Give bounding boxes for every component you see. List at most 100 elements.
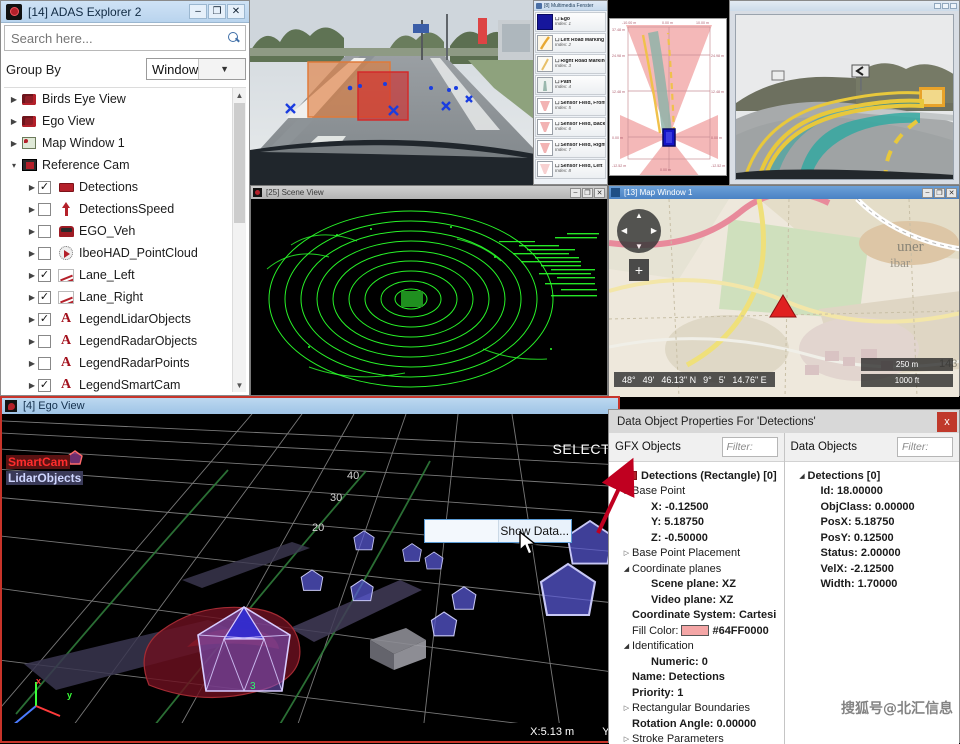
checkbox-legendsmartcam[interactable]: ✓ bbox=[38, 379, 51, 392]
map-titlebar[interactable]: [13] Map Window 1 – ❐ ✕ bbox=[609, 186, 959, 199]
pan-up-icon[interactable]: ▲ bbox=[635, 211, 643, 220]
checkbox-ibeohad-pointcloud[interactable] bbox=[38, 247, 51, 260]
property-row[interactable]: Scene plane: XZ bbox=[613, 577, 780, 593]
birdseye-sensor-plot[interactable]: 37.48 m 24.98 m 12.48 m 0.00 m -12.52 m … bbox=[609, 18, 727, 176]
list-item[interactable]: Sensor Field, Left Index: 8 bbox=[535, 159, 606, 179]
tree-item-legendsmartcam[interactable]: ▶ ✓ A LegendSmartCam bbox=[4, 374, 246, 392]
list-item[interactable]: Ego Index: 1 bbox=[535, 12, 606, 32]
map-canvas[interactable]: uner ibar 143 ▲ ▼ ◀ ▶ + 48° 49' 46.13" N… bbox=[609, 199, 959, 397]
property-row[interactable]: Status: 2.00000 bbox=[789, 546, 956, 562]
list-item[interactable]: Right Road Marking Index: 3 bbox=[535, 54, 606, 74]
property-row[interactable]: PosX: 5.18750 bbox=[789, 515, 956, 531]
property-row[interactable]: Id: 18.00000 bbox=[789, 484, 956, 500]
expander-icon[interactable]: ▶ bbox=[26, 359, 38, 368]
property-row[interactable]: PosY: 0.12500 bbox=[789, 530, 956, 546]
color-swatch[interactable] bbox=[681, 625, 709, 636]
pan-left-icon[interactable]: ◀ bbox=[621, 226, 627, 235]
checkbox-lane-left[interactable]: ✓ bbox=[38, 269, 51, 282]
tree-item-birds-eye-view[interactable]: ▶ Birds Eye View bbox=[4, 88, 246, 110]
close-button[interactable]: ✕ bbox=[946, 188, 957, 198]
expander-icon[interactable]: ▶ bbox=[26, 205, 38, 214]
restore-button[interactable]: ❐ bbox=[208, 4, 226, 19]
tree-item-detectionsspeed[interactable]: ▶ DetectionsSpeed bbox=[4, 198, 246, 220]
group-by-select[interactable]: Window ▼ bbox=[146, 58, 246, 80]
checkbox-lane-right[interactable]: ✓ bbox=[38, 291, 51, 304]
multimedia-item-list[interactable]: Ego Index: 1 Left Road Marking Index: 2 … bbox=[534, 11, 607, 181]
list-item[interactable]: Path Index: 4 bbox=[535, 75, 606, 95]
expander-icon[interactable]: ▷ bbox=[621, 549, 632, 557]
checkbox-legendlidarobjects[interactable]: ✓ bbox=[38, 313, 51, 326]
expander-icon[interactable]: ◢ bbox=[621, 565, 632, 573]
explorer-titlebar[interactable]: [14] ADAS Explorer 2 – ❐ ✕ bbox=[1, 1, 249, 23]
data-object-properties-dialog[interactable]: Data Object Properties For 'Detections' … bbox=[608, 409, 960, 743]
minimize-button[interactable]: – bbox=[189, 4, 207, 19]
expander-icon[interactable]: ▶ bbox=[26, 381, 38, 390]
expander-icon[interactable]: ▶ bbox=[26, 249, 38, 258]
scrollbar-thumb[interactable] bbox=[234, 103, 245, 223]
property-row[interactable]: ▷ Rectangular Boundaries bbox=[613, 701, 780, 717]
gfx-filter-input[interactable]: Filter: bbox=[722, 437, 778, 457]
property-row[interactable]: Y: 5.18750 bbox=[613, 515, 780, 531]
restore-button[interactable]: ❐ bbox=[934, 188, 945, 198]
property-row[interactable]: Priority: 1 bbox=[613, 685, 780, 701]
property-row[interactable]: ▷ Stroke Parameters bbox=[613, 732, 780, 744]
expander-icon[interactable]: ▶ bbox=[26, 183, 38, 192]
lane-camera-video[interactable] bbox=[735, 14, 954, 180]
scroll-down-icon[interactable]: ▼ bbox=[233, 378, 246, 392]
property-row[interactable]: ◢ Coordinate planes bbox=[613, 561, 780, 577]
checkbox-detections[interactable]: ✓ bbox=[38, 181, 51, 194]
property-row[interactable]: ObjClass: 0.00000 bbox=[789, 499, 956, 515]
context-menu[interactable]: Show Data... bbox=[424, 519, 572, 543]
tree-item-legendradarobjects[interactable]: ▶ A LegendRadarObjects bbox=[4, 330, 246, 352]
property-row[interactable]: X: -0.12500 bbox=[613, 499, 780, 515]
expander-icon[interactable]: ◢ bbox=[621, 487, 632, 495]
zoom-in-button[interactable]: + bbox=[629, 259, 649, 281]
tree-item-ibeohad-pointcloud[interactable]: ▶ IbeoHAD_PointCloud bbox=[4, 242, 246, 264]
ego-view-window[interactable]: [4] Ego View bbox=[0, 396, 620, 743]
expander-icon[interactable]: ▾ bbox=[8, 161, 20, 170]
lidar-pointcloud-canvas[interactable] bbox=[251, 199, 607, 395]
list-item[interactable]: Sensor Field, Right Index: 7 bbox=[535, 138, 606, 158]
property-row[interactable]: ◢ Base Point bbox=[613, 484, 780, 500]
property-row[interactable]: Z: -0.50000 bbox=[613, 530, 780, 546]
minimize-button[interactable]: – bbox=[570, 188, 581, 198]
minimize-icon[interactable] bbox=[934, 3, 941, 9]
tree-scrollbar[interactable]: ▲ ▼ bbox=[232, 88, 246, 392]
property-row[interactable]: Numeric: 0 bbox=[613, 654, 780, 670]
expander-icon[interactable]: ▶ bbox=[26, 337, 38, 346]
expander-icon[interactable]: ▷ bbox=[621, 704, 632, 712]
property-row[interactable]: VelX: -2.12500 bbox=[789, 561, 956, 577]
close-button[interactable]: x bbox=[937, 412, 957, 432]
list-item[interactable]: Sensor Field, Front Index: 5 bbox=[535, 96, 606, 116]
tree-item-lane-right[interactable]: ▶ ✓ Lane_Right bbox=[4, 286, 246, 308]
restore-button[interactable]: ❐ bbox=[582, 188, 593, 198]
chevron-down-icon[interactable]: ▼ bbox=[198, 59, 245, 79]
tree-item-map-window-1[interactable]: ▶ Map Window 1 bbox=[4, 132, 246, 154]
close-button[interactable]: ✕ bbox=[594, 188, 605, 198]
search-box[interactable] bbox=[4, 25, 246, 51]
tree-item-lane-left[interactable]: ▶ ✓ Lane_Left bbox=[4, 264, 246, 286]
minimize-button[interactable]: – bbox=[922, 188, 933, 198]
expander-icon[interactable]: ▶ bbox=[26, 315, 38, 324]
list-item[interactable]: Left Road Marking Index: 2 bbox=[535, 33, 606, 53]
tree-item-ego-view[interactable]: ▶ Ego View bbox=[4, 110, 246, 132]
multimedia-window[interactable]: [8] Multimedia Fenster Ego Index: 1 Left… bbox=[533, 0, 608, 185]
tree-item-legendlidarobjects[interactable]: ▶ ✓ A LegendLidarObjects bbox=[4, 308, 246, 330]
expander-icon[interactable]: ▶ bbox=[26, 227, 38, 236]
data-objects-tree[interactable]: ◢ Detections [0] Id: 18.00000 ObjClass: … bbox=[785, 461, 960, 744]
lane-camera-window[interactable] bbox=[729, 0, 960, 185]
ego-view-3d-canvas[interactable]: 3 z y x SmartCam LidarObjects SELECT 40 … bbox=[2, 414, 618, 741]
tree-item-reference-cam[interactable]: ▾ Reference Cam bbox=[4, 154, 246, 176]
property-row[interactable]: ◢ Detections [0] bbox=[789, 468, 956, 484]
tree-item-ego-veh[interactable]: ▶ EGO_Veh bbox=[4, 220, 246, 242]
property-row[interactable]: Detections (Rectangle) [0] bbox=[613, 468, 780, 484]
reference-cam-video[interactable] bbox=[250, 0, 535, 185]
expander-icon[interactable]: ▶ bbox=[8, 139, 20, 148]
list-item[interactable]: Sensor Field, Back Index: 6 bbox=[535, 117, 606, 137]
checkbox-detectionsspeed[interactable] bbox=[38, 203, 51, 216]
property-row[interactable]: Coordinate System: Cartesi bbox=[613, 608, 780, 624]
search-icon[interactable] bbox=[228, 32, 241, 45]
property-row[interactable]: Width: 1.70000 bbox=[789, 577, 956, 593]
close-button[interactable]: ✕ bbox=[227, 4, 245, 19]
close-icon[interactable] bbox=[950, 3, 957, 9]
